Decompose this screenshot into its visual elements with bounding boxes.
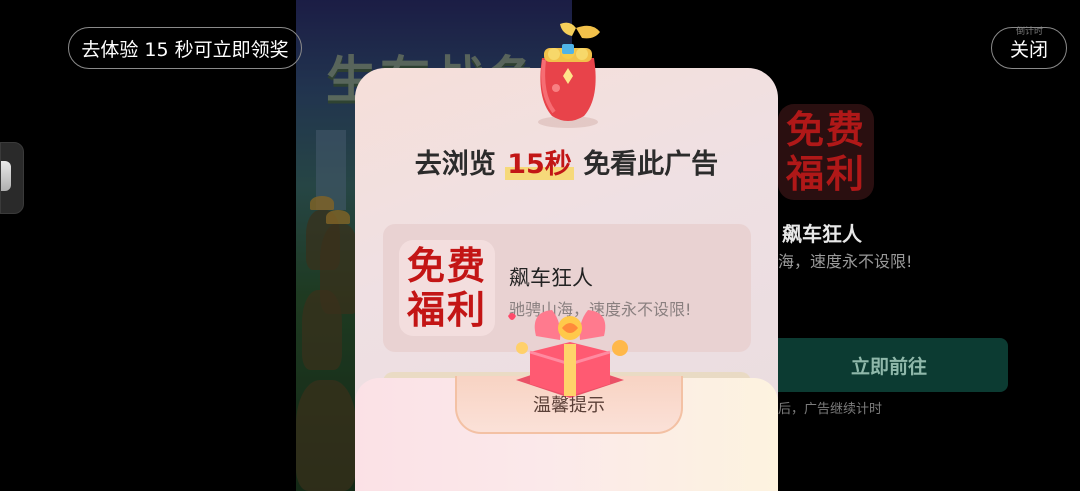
modal-logo-line2: 福利 xyxy=(406,288,487,332)
side-float-tab[interactable] xyxy=(0,142,24,214)
reward-countdown-label: 去体验 15 秒可立即领奖 xyxy=(81,38,289,61)
modal-logo-line1: 免费 xyxy=(406,244,487,288)
modal-title-highlight: 15秒 xyxy=(505,149,574,180)
go-now-label: 立即前往 xyxy=(850,355,927,378)
gift-box-icon xyxy=(508,310,628,398)
close-button-label: 关闭 xyxy=(1009,38,1048,61)
background-app-logo: 免费 福利 xyxy=(778,104,874,200)
modal-title-prefix: 去浏览 xyxy=(414,149,496,180)
background-logo-line2: 福利 xyxy=(785,152,866,196)
background-app-name: 飙车狂人 xyxy=(782,222,862,246)
background-logo-line1: 免费 xyxy=(785,108,866,152)
modal-title-suffix: 免看此广告 xyxy=(583,149,719,180)
background-app-desc: 海，速度永不设限! xyxy=(778,252,913,271)
modal-title: 去浏览 15秒 免看此广告 xyxy=(355,142,778,181)
go-now-button[interactable]: 立即前往 xyxy=(770,338,1008,392)
modal-app-name: 飙车狂人 xyxy=(509,266,593,290)
lucky-bag-icon xyxy=(538,22,600,128)
background-note: 后，广告继续计时 xyxy=(778,402,883,417)
reward-countdown-pill[interactable]: 去体验 15 秒可立即领奖 xyxy=(68,27,302,69)
modal-app-logo: 免费 福利 xyxy=(399,240,495,336)
close-button[interactable]: 关闭 xyxy=(991,27,1067,69)
